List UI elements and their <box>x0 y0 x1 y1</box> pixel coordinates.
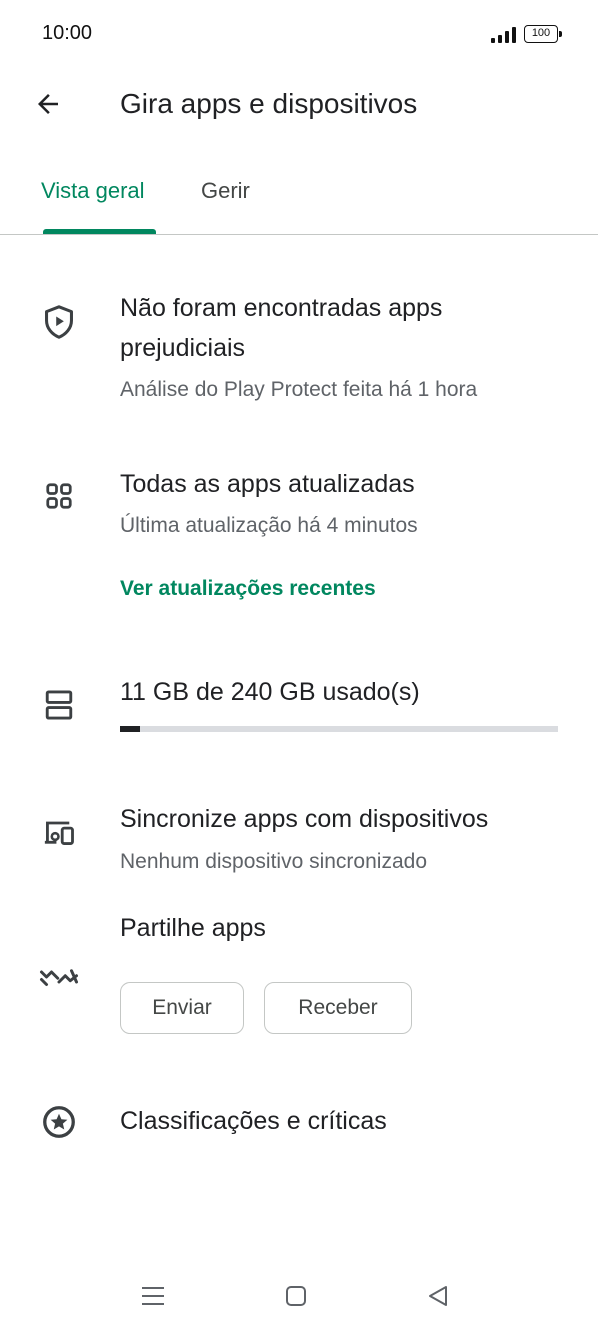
back-triangle-icon[interactable] <box>418 1276 458 1316</box>
send-button[interactable]: Enviar <box>120 982 244 1034</box>
protect-subtitle: Análise do Play Protect feita há 1 hora <box>120 378 478 401</box>
star-circle-icon <box>39 1102 79 1142</box>
sync-title: Sincronize apps com dispositivos <box>120 805 489 833</box>
storage-label: 11 GB de 240 GB usado(s) <box>120 678 420 706</box>
updates-subtitle: Última atualização há 4 minutos <box>120 514 418 537</box>
tab-overview[interactable]: Vista geral <box>41 178 145 204</box>
status-time: 10:00 <box>42 22 93 44</box>
shield-play-icon <box>39 302 79 342</box>
protect-title: Não foram encontradas apps prejudiciais <box>120 294 443 362</box>
battery-level: 100 <box>531 27 551 39</box>
signal-icon <box>491 27 517 43</box>
storage-progress-bar <box>120 726 558 732</box>
tab-indicator <box>43 229 156 234</box>
tab-bar: Vista geral Gerir <box>0 165 598 235</box>
battery-icon: 100 <box>524 25 558 43</box>
receive-button[interactable]: Receber <box>264 982 412 1034</box>
recent-updates-link[interactable]: Ver atualizações recentes <box>120 577 376 601</box>
menu-icon[interactable] <box>133 1276 173 1316</box>
battery-tip <box>559 31 562 37</box>
nearby-share-icon <box>39 957 79 997</box>
storage-progress-fill <box>120 726 141 732</box>
devices-icon <box>39 812 79 852</box>
app-bar: Gira apps e dispositivos <box>0 70 598 142</box>
system-nav-bar <box>0 1262 598 1330</box>
home-square-icon[interactable] <box>276 1276 316 1316</box>
ratings-title: Classificações e críticas <box>120 1107 387 1135</box>
updates-title: Todas as apps atualizadas <box>120 470 415 498</box>
sync-subtitle: Nenhum dispositivo sincronizado <box>120 850 427 873</box>
back-button[interactable] <box>26 82 70 126</box>
storage-icon <box>39 685 79 725</box>
page-title: Gira apps e dispositivos <box>120 88 418 119</box>
status-bar: 10:00 100 <box>0 0 598 70</box>
apps-grid-icon <box>39 476 79 516</box>
tab-manage[interactable]: Gerir <box>201 178 250 204</box>
share-title: Partilhe apps <box>120 914 266 942</box>
arrow-back-icon <box>38 94 58 114</box>
